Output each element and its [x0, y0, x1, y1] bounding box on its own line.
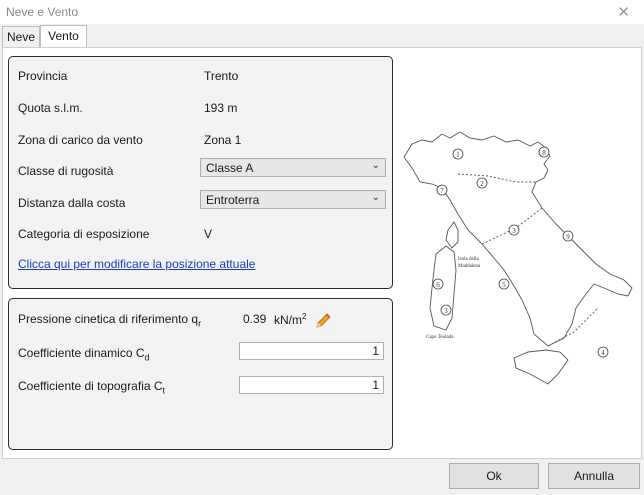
rugosita-select[interactable]: Classe A ⌄	[200, 158, 386, 177]
pressione-label: Pressione cinetica di riferimento qr	[18, 312, 202, 329]
dinamico-input[interactable]: 1	[239, 342, 384, 360]
map-label-capo: Capo Teulada	[426, 335, 454, 340]
cancel-button[interactable]: Annulla	[548, 463, 640, 489]
window-title: Neve e Vento	[6, 5, 79, 19]
pressione-value: 0.39	[243, 312, 267, 326]
zone-label: 3	[444, 307, 448, 315]
quota-value: 193 m	[204, 101, 238, 115]
rugosita-selected-value: Classe A	[206, 161, 254, 175]
modify-position-link[interactable]: Clicca qui per modificare la posizione a…	[18, 257, 255, 271]
map-label-isola: Isola della	[458, 257, 479, 262]
zona-value: Zona 1	[204, 133, 242, 147]
zone-label: 5	[502, 281, 506, 289]
zone-label: 9	[566, 233, 570, 241]
italy-wind-zones-map: 1 2 3 4 5 6 7 8 9 3 Isola della Maddalen…	[398, 112, 640, 390]
tab-neve[interactable]: Neve	[2, 26, 40, 47]
title-bar: Neve e Vento ✕	[0, 0, 644, 24]
zone-label: 6	[436, 281, 440, 289]
zone-label: 8	[542, 149, 546, 157]
provincia-label: Provincia	[18, 69, 68, 83]
distanza-label: Distanza dalla costa	[18, 196, 126, 210]
pressione-unit: kN/m2	[274, 312, 307, 327]
topografia-input[interactable]: 1	[239, 376, 384, 394]
zone-label: 2	[480, 180, 484, 188]
distanza-selected-value: Entroterra	[206, 193, 260, 207]
quota-label: Quota s.l.m.	[18, 101, 83, 115]
tab-vento[interactable]: Vento	[40, 25, 87, 48]
distanza-select[interactable]: Entroterra ⌄	[200, 190, 386, 209]
zone-label: 4	[601, 349, 605, 357]
zone-label: 3	[512, 227, 516, 235]
chevron-down-icon: ⌄	[371, 192, 380, 203]
zona-label: Zona di carico da vento	[18, 133, 143, 147]
chevron-down-icon: ⌄	[371, 160, 380, 171]
topografia-label: Coefficiente di topografia Ct	[18, 379, 166, 396]
pencil-icon[interactable]	[314, 312, 332, 330]
rugosita-label: Classe di rugosità	[18, 164, 114, 178]
zone-label: 7	[440, 187, 444, 195]
categoria-label: Categoria di esposizione	[18, 227, 150, 241]
categoria-value: V	[204, 227, 213, 241]
provincia-value: Trento	[204, 69, 239, 83]
ok-button[interactable]: Ok	[449, 463, 539, 489]
zone-label: 1	[456, 151, 460, 159]
close-icon[interactable]: ✕	[617, 3, 630, 21]
map-label-maddalena: Maddalena	[458, 264, 481, 269]
dinamico-label: Coefficiente dinamico Cd	[18, 346, 150, 363]
